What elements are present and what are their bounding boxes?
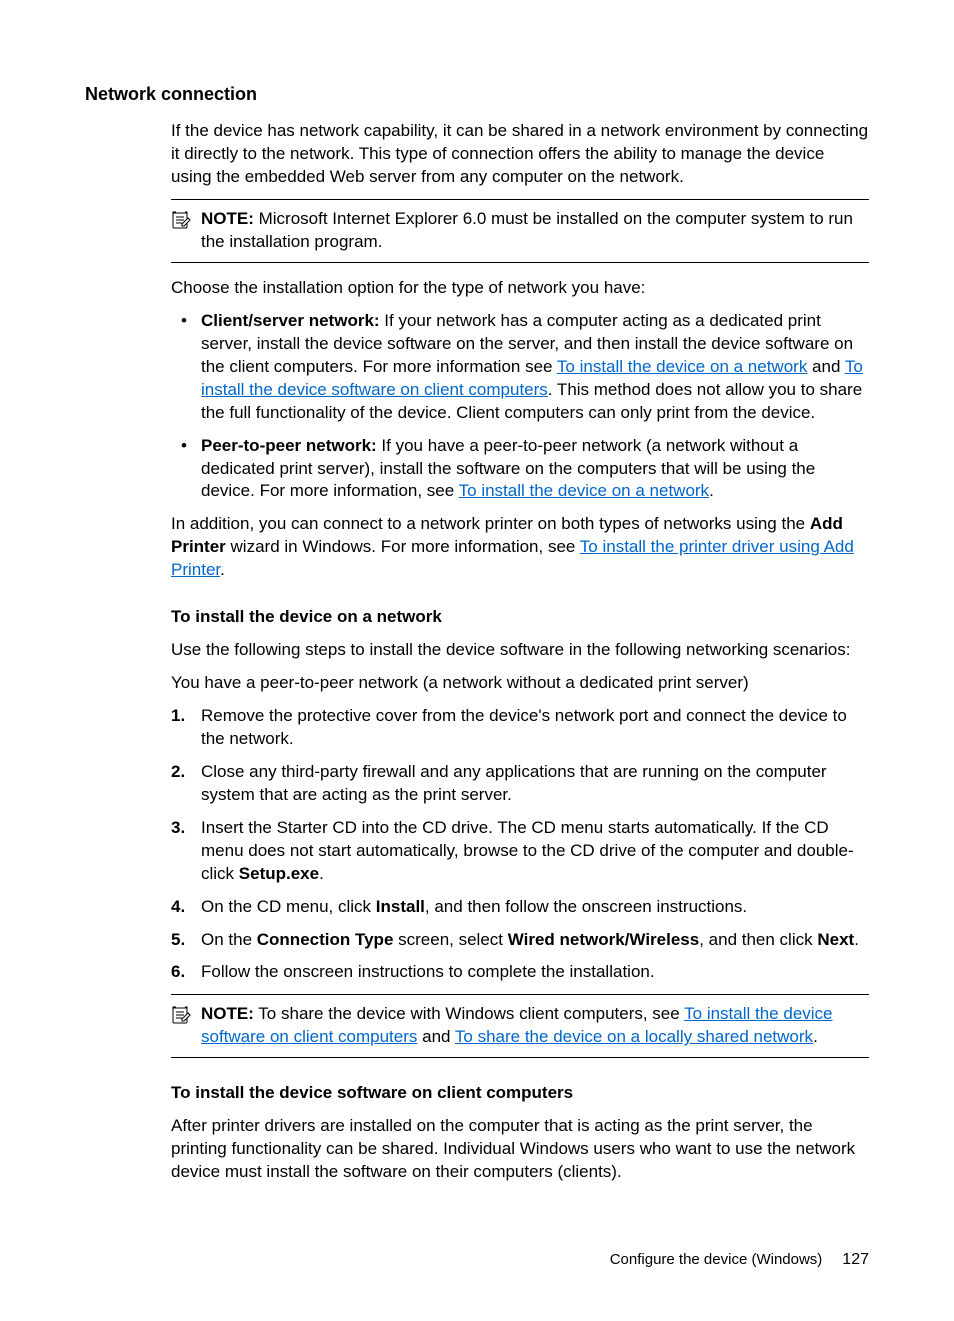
note-text: To share the device with Windows client … (254, 1004, 684, 1023)
step-bold: Wired network/Wireless (508, 930, 699, 949)
step-bold: Connection Type (257, 930, 394, 949)
step-text: . (854, 930, 859, 949)
note-box-2: NOTE: To share the device with Windows c… (171, 994, 869, 1058)
footer-text: Configure the device (Windows) (610, 1250, 823, 1270)
step-item: On the Connection Type screen, select Wi… (171, 929, 869, 952)
bullet-text: and (807, 357, 845, 376)
bullet-text: . (709, 481, 714, 500)
link-install-device-network[interactable]: To install the device on a network (557, 357, 807, 376)
note-icon (171, 1003, 193, 1032)
subsection-title-install-network: To install the device on a network (171, 606, 869, 629)
page-number: 127 (842, 1249, 869, 1271)
list-item: Peer-to-peer network: If you have a peer… (171, 435, 869, 504)
addition-text: . (220, 560, 225, 579)
note-label: NOTE: (201, 1004, 254, 1023)
link-install-device-network[interactable]: To install the device on a network (459, 481, 709, 500)
step-text: , and then click (699, 930, 817, 949)
content-area: If the device has network capability, it… (171, 120, 869, 1184)
intro-paragraph: If the device has network capability, it… (171, 120, 869, 189)
page-footer: Configure the device (Windows) 127 (610, 1249, 869, 1271)
step-item: On the CD menu, click Install, and then … (171, 896, 869, 919)
step-text: , and then follow the onscreen instructi… (425, 897, 747, 916)
note-label: NOTE: (201, 209, 254, 228)
section3-p1: After printer drivers are installed on t… (171, 1115, 869, 1184)
addition-text: In addition, you can connect to a networ… (171, 514, 810, 533)
note-body: NOTE: To share the device with Windows c… (201, 1003, 869, 1049)
step-text: On the CD menu, click (201, 897, 376, 916)
note-box-1: NOTE: Microsoft Internet Explorer 6.0 mu… (171, 199, 869, 263)
step-bold: Install (376, 897, 425, 916)
step-item: Insert the Starter CD into the CD drive.… (171, 817, 869, 886)
addition-paragraph: In addition, you can connect to a networ… (171, 513, 869, 582)
step-text: screen, select (393, 930, 507, 949)
section-heading: Network connection (85, 82, 869, 106)
step-text: . (319, 864, 324, 883)
link-share-device-local-network[interactable]: To share the device on a locally shared … (455, 1027, 813, 1046)
subsection-title-install-client: To install the device software on client… (171, 1082, 869, 1105)
step-text: On the (201, 930, 257, 949)
list-item: Client/server network: If your network h… (171, 310, 869, 425)
note-text: and (417, 1027, 455, 1046)
step-item: Follow the onscreen instructions to comp… (171, 961, 869, 984)
step-item: Close any third-party firewall and any a… (171, 761, 869, 807)
choose-paragraph: Choose the installation option for the t… (171, 277, 869, 300)
section2-p2: You have a peer-to-peer network (a netwo… (171, 672, 869, 695)
steps-list: Remove the protective cover from the dev… (171, 705, 869, 984)
note-icon (171, 208, 193, 237)
step-item: Remove the protective cover from the dev… (171, 705, 869, 751)
step-bold: Setup.exe (239, 864, 319, 883)
bullet-list: Client/server network: If your network h… (171, 310, 869, 504)
bullet-label: Peer-to-peer network: (201, 436, 377, 455)
section2-p1: Use the following steps to install the d… (171, 639, 869, 662)
addition-text: wizard in Windows. For more information,… (226, 537, 580, 556)
note-body: NOTE: Microsoft Internet Explorer 6.0 mu… (201, 208, 869, 254)
bullet-label: Client/server network: (201, 311, 380, 330)
step-bold: Next (817, 930, 854, 949)
note-text: . (813, 1027, 818, 1046)
note-text: Microsoft Internet Explorer 6.0 must be … (201, 209, 853, 251)
